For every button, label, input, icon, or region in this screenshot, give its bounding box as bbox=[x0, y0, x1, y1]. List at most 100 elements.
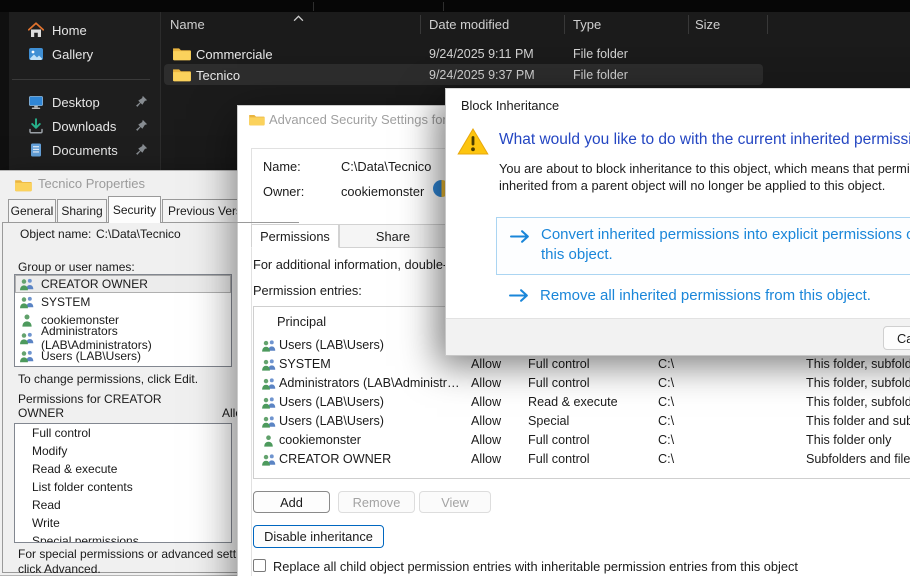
table-row[interactable]: Users (LAB\Users) Allow Read & execute C… bbox=[255, 393, 910, 412]
folder-icon bbox=[172, 46, 191, 61]
cell-access: Read & execute bbox=[528, 395, 618, 409]
group-or-user-names-label: Group or user names: bbox=[18, 260, 135, 274]
cell-applies-to: This folder only bbox=[806, 433, 891, 447]
column-header-type[interactable]: Type bbox=[573, 17, 601, 32]
replace-permissions-checkbox[interactable] bbox=[253, 559, 266, 572]
cell-inherited-from: C:\ bbox=[658, 452, 674, 466]
permission-list-folder-contents[interactable]: List folder contents bbox=[15, 478, 231, 496]
advanced-hint-text: For special permissions or advanced sett… bbox=[18, 547, 261, 576]
table-row[interactable]: SYSTEM Allow Full control C:\ This folde… bbox=[255, 355, 910, 374]
sidebar-item-gallery[interactable]: Gallery bbox=[18, 42, 152, 66]
sort-ascending-icon bbox=[293, 15, 304, 22]
file-type: File folder bbox=[573, 68, 628, 82]
downloads-icon bbox=[28, 118, 44, 134]
column-divider[interactable] bbox=[420, 15, 421, 34]
list-item-creator-owner[interactable]: CREATOR OWNER bbox=[15, 275, 231, 293]
permission-read[interactable]: Read bbox=[15, 496, 231, 514]
tab-label: Permissions bbox=[260, 229, 330, 244]
cell-inherited-from: C:\ bbox=[658, 376, 674, 390]
column-divider[interactable] bbox=[767, 15, 768, 34]
column-header-date[interactable]: Date modified bbox=[429, 17, 509, 32]
tab-security[interactable]: Security bbox=[108, 196, 161, 223]
cell-inherited-from: C:\ bbox=[658, 357, 674, 371]
table-row[interactable]: Administrators (LAB\Administrators) Allo… bbox=[255, 374, 910, 393]
folder-icon bbox=[248, 113, 265, 126]
disable-inheritance-button[interactable]: Disable inheritance bbox=[253, 525, 384, 548]
command-link-label: Convert inherited permissions into expli… bbox=[541, 225, 910, 265]
tab-sharing[interactable]: Sharing bbox=[57, 199, 107, 222]
cell-principal: Administrators (LAB\Administrators) bbox=[279, 376, 465, 390]
home-icon bbox=[28, 22, 44, 38]
sidebar-item-label: Downloads bbox=[52, 119, 116, 134]
principal-name: Users (LAB\Users) bbox=[41, 349, 141, 363]
view-button[interactable]: View bbox=[419, 491, 491, 513]
sidebar-item-documents[interactable]: Documents bbox=[18, 138, 152, 162]
users-group-icon bbox=[19, 349, 35, 363]
sidebar-item-label: Home bbox=[52, 23, 87, 38]
users-group-icon bbox=[19, 295, 35, 309]
edit-hint-text: To change permissions, click Edit. bbox=[18, 372, 198, 386]
button-label: Cancel bbox=[897, 331, 910, 346]
sidebar-item-label: Gallery bbox=[52, 47, 93, 62]
toolbar-divider bbox=[313, 2, 314, 11]
users-group-icon bbox=[19, 331, 35, 345]
owner-value: cookiemonster bbox=[341, 184, 424, 199]
cell-inherited-from: C:\ bbox=[658, 433, 674, 447]
object-name-value: C:\Data\Tecnico bbox=[96, 227, 181, 241]
column-header-name[interactable]: Name bbox=[170, 17, 205, 32]
permission-full-control[interactable]: Full control bbox=[15, 424, 231, 442]
cell-access: Full control bbox=[528, 452, 590, 466]
cell-principal: CREATOR OWNER bbox=[279, 452, 391, 466]
sidebar-item-home[interactable]: Home bbox=[18, 18, 152, 42]
tab-permissions[interactable]: Permissions bbox=[251, 224, 339, 248]
file-name: Commerciale bbox=[196, 47, 273, 62]
list-item-system[interactable]: SYSTEM bbox=[15, 293, 231, 311]
users-group-icon bbox=[261, 377, 277, 390]
permission-entries-label: Permission entries: bbox=[253, 283, 362, 298]
column-divider[interactable] bbox=[688, 15, 689, 34]
block-inheritance-dialog: Block Inheritance What would you like to… bbox=[445, 88, 910, 356]
principal-name: Administrators (LAB\Administrators) bbox=[41, 324, 230, 352]
explorer-left-strip bbox=[0, 12, 9, 172]
cell-applies-to: This folder, subfolders and files bbox=[806, 376, 910, 390]
table-row[interactable]: cookiemonster Allow Full control C:\ Thi… bbox=[255, 431, 910, 450]
column-header-size[interactable]: Size bbox=[695, 17, 720, 32]
sidebar-item-downloads[interactable]: Downloads bbox=[18, 114, 152, 138]
button-label: Disable inheritance bbox=[264, 529, 373, 544]
cell-type: Allow bbox=[471, 452, 501, 466]
dialog-footer: Cancel bbox=[446, 318, 910, 355]
file-name: Tecnico bbox=[196, 68, 240, 83]
permission-label: Full control bbox=[32, 426, 91, 440]
tab-share[interactable]: Share bbox=[339, 224, 447, 248]
cell-applies-to: This folder and subfolders bbox=[806, 414, 910, 428]
users-group-icon bbox=[19, 277, 35, 291]
cell-type: Allow bbox=[471, 433, 501, 447]
table-header-principal[interactable]: Principal bbox=[277, 314, 326, 329]
remove-button[interactable]: Remove bbox=[338, 491, 415, 513]
tab-general[interactable]: General bbox=[8, 199, 56, 222]
cancel-button[interactable]: Cancel bbox=[883, 326, 910, 350]
remove-permissions-command-link[interactable]: Remove all inherited permissions from th… bbox=[496, 284, 910, 308]
permissions-for-label-line2: OWNER bbox=[18, 406, 64, 420]
cell-type: Allow bbox=[471, 376, 501, 390]
file-date: 9/24/2025 9:37 PM bbox=[429, 68, 535, 82]
permission-label: Read bbox=[32, 498, 61, 512]
table-row[interactable]: CREATOR OWNER Allow Full control C:\ Sub… bbox=[255, 450, 910, 469]
column-divider[interactable] bbox=[564, 15, 565, 34]
add-button[interactable]: Add bbox=[253, 491, 330, 513]
cell-inherited-from: C:\ bbox=[658, 414, 674, 428]
convert-permissions-command-link[interactable]: Convert inherited permissions into expli… bbox=[496, 217, 910, 275]
cell-applies-to: This folder, subfolders and files bbox=[806, 357, 910, 371]
permission-label: List folder contents bbox=[32, 480, 133, 494]
permission-special[interactable]: Special permissions bbox=[15, 532, 231, 543]
table-row[interactable]: Users (LAB\Users) Allow Special C:\ This… bbox=[255, 412, 910, 431]
cell-principal: Users (LAB\Users) bbox=[279, 338, 384, 352]
owner-label: Owner: bbox=[263, 184, 304, 199]
permission-modify[interactable]: Modify bbox=[15, 442, 231, 460]
permission-write[interactable]: Write bbox=[15, 514, 231, 532]
user-icon bbox=[262, 434, 275, 447]
permission-read-execute[interactable]: Read & execute bbox=[15, 460, 231, 478]
users-group-icon bbox=[261, 415, 277, 428]
sidebar-item-desktop[interactable]: Desktop bbox=[18, 90, 152, 114]
list-item-administrators[interactable]: Administrators (LAB\Administrators) bbox=[15, 329, 231, 347]
